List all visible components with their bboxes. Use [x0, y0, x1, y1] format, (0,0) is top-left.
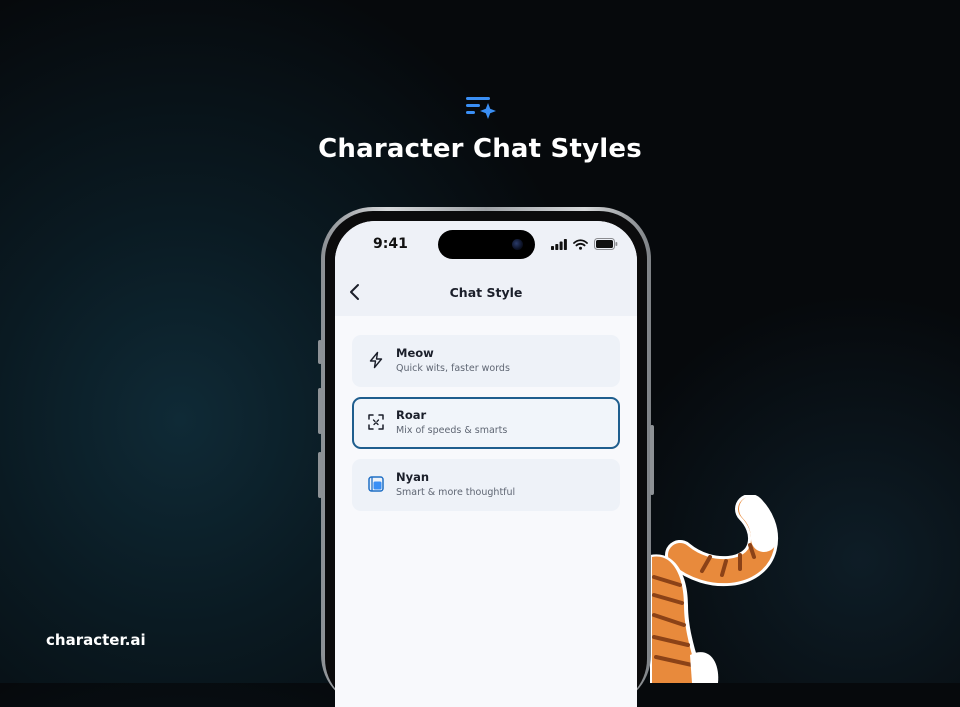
wifi-icon [573, 238, 588, 250]
sparkle-list-icon [466, 97, 496, 119]
camera-icon [512, 239, 523, 250]
phone-side-button [318, 452, 322, 498]
page-title: Character Chat Styles [318, 134, 642, 164]
cat-illustration [650, 495, 778, 683]
dynamic-island [438, 230, 535, 259]
phone-screen: 9:41 Chat Style Meow Quick wits, faster [335, 221, 637, 707]
option-title: Nyan [396, 470, 430, 484]
option-roar[interactable]: Roar Mix of speeds & smarts [352, 397, 620, 449]
screen-title: Chat Style [449, 285, 523, 300]
option-title: Meow [396, 346, 434, 360]
calendar-book-icon [368, 476, 384, 492]
status-time: 9:41 [373, 236, 408, 252]
brand-logo: character.ai [46, 631, 146, 649]
option-meow[interactable]: Meow Quick wits, faster words [352, 335, 620, 387]
status-icons [551, 237, 618, 251]
option-title: Roar [396, 408, 427, 422]
option-subtitle: Mix of speeds & smarts [396, 425, 508, 436]
signal-icon [551, 238, 567, 250]
option-nyan[interactable]: Nyan Smart & more thoughtful [352, 459, 620, 511]
phone-side-button [318, 340, 322, 364]
battery-icon [594, 238, 618, 250]
option-subtitle: Quick wits, faster words [396, 363, 510, 374]
phone-side-button [318, 388, 322, 434]
lightning-icon [369, 351, 383, 369]
phone-side-button [650, 425, 654, 495]
option-subtitle: Smart & more thoughtful [396, 487, 516, 498]
focus-frame-icon [368, 414, 384, 430]
